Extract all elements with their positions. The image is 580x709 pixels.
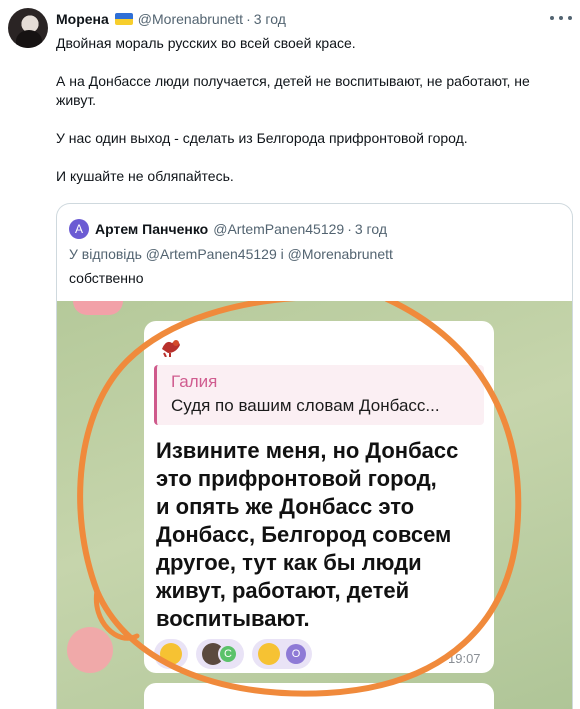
quote-time[interactable]: 3 год bbox=[355, 221, 387, 237]
quote-text: собственно bbox=[69, 270, 144, 286]
separator: · bbox=[246, 11, 251, 27]
separator: · bbox=[347, 221, 352, 237]
more-icon[interactable] bbox=[550, 10, 572, 26]
reply-to-line[interactable]: У відповідь @ArtemPanen45129 і @Morenabr… bbox=[69, 246, 393, 262]
author-handle[interactable]: @Morenabrunett bbox=[138, 11, 243, 27]
tweet-text: Двойная мораль русских во всей своей кра… bbox=[56, 34, 568, 186]
orange-circle-annotation bbox=[77, 301, 522, 697]
tweet: Морена @Morenabrunett · 3 год Двойная мо… bbox=[0, 0, 580, 709]
tweet-paragraph: А на Донбассе люди получается, детей не … bbox=[56, 73, 530, 108]
tweet-header: Морена @Morenabrunett · 3 год bbox=[56, 10, 286, 28]
author-name[interactable]: Морена bbox=[56, 11, 109, 27]
quote-author-name[interactable]: Артем Панченко bbox=[95, 221, 208, 237]
tweet-paragraph: Двойная мораль русских во всей своей кра… bbox=[56, 35, 356, 51]
tweet-paragraph: И кушайте не обляпайтесь. bbox=[56, 168, 234, 184]
quote-avatar[interactable]: А bbox=[69, 219, 89, 239]
quote-author-handle[interactable]: @ArtemPanen45129 bbox=[213, 221, 344, 237]
tweet-paragraph: У нас один выход - сделать из Белгорода … bbox=[56, 130, 468, 146]
ukraine-flag-icon bbox=[114, 13, 133, 25]
quote-header: А Артем Панченко @ArtemPanen45129 · 3 го… bbox=[69, 219, 387, 239]
quoted-tweet[interactable]: А Артем Панченко @ArtemPanen45129 · 3 го… bbox=[56, 203, 573, 709]
author-avatar[interactable] bbox=[8, 8, 48, 48]
quote-media-image[interactable]: Галия Судя по вашим словам Донбасс... Из… bbox=[57, 301, 572, 709]
tweet-time[interactable]: 3 год bbox=[254, 11, 286, 27]
